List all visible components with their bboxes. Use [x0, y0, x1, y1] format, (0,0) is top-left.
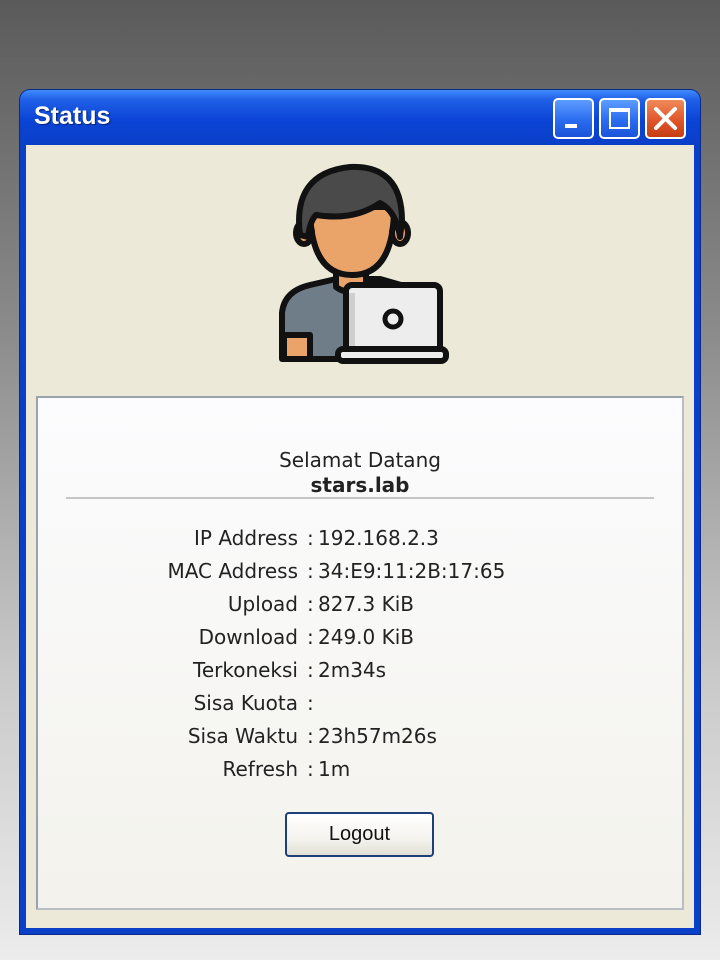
username: stars.lab — [310, 473, 410, 497]
row-label: Refresh — [222, 757, 298, 781]
row-remaining-time: Sisa Waktu : 23h57m26s — [38, 724, 682, 757]
row-label: Upload — [227, 592, 298, 616]
row-download: Download : 249.0 KiB — [38, 625, 682, 658]
row-separator: : — [307, 691, 314, 715]
title-bar[interactable]: Status — [20, 90, 700, 145]
row-label: MAC Address — [167, 559, 298, 583]
status-table: IP Address : 192.168.2.3 MAC Address : 3… — [38, 526, 682, 790]
row-value: 2m34s — [318, 658, 387, 682]
row-label: Sisa Kuota — [193, 691, 298, 715]
row-separator: : — [307, 592, 314, 616]
row-label: Sisa Waktu — [187, 724, 298, 748]
row-value: 827.3 KiB — [318, 592, 415, 616]
row-ip-address: IP Address : 192.168.2.3 — [38, 526, 682, 559]
row-separator: : — [307, 658, 314, 682]
row-label: Terkoneksi — [193, 658, 298, 682]
row-separator: : — [307, 625, 314, 649]
maximize-button[interactable] — [599, 98, 640, 139]
minimize-button[interactable] — [553, 98, 594, 139]
row-value: 249.0 KiB — [318, 625, 415, 649]
row-separator: : — [307, 559, 314, 583]
row-separator: : — [307, 757, 314, 781]
row-remaining-quota: Sisa Kuota : — [38, 691, 682, 724]
row-value: 192.168.2.3 — [318, 526, 439, 550]
logout-button[interactable]: Logout — [285, 812, 434, 857]
status-window: Status Selamat Datang stars.lab IP Addre… — [20, 90, 700, 934]
window-client-area: Selamat Datang stars.lab IP Address : 19… — [26, 145, 694, 928]
welcome-text: Selamat Datang — [279, 448, 441, 472]
user-laptop-icon — [279, 163, 449, 364]
window-title: Status — [34, 102, 111, 130]
row-label: IP Address — [194, 526, 298, 550]
status-panel: Selamat Datang stars.lab IP Address : 19… — [36, 396, 684, 910]
row-separator: : — [307, 724, 314, 748]
row-mac-address: MAC Address : 34:E9:11:2B:17:65 — [38, 559, 682, 592]
row-value: 34:E9:11:2B:17:65 — [318, 559, 506, 583]
close-button[interactable] — [645, 98, 686, 139]
row-value: 1m — [318, 757, 351, 781]
row-label: Download — [198, 625, 298, 649]
divider — [66, 497, 654, 499]
minimize-icon — [565, 124, 577, 128]
close-icon — [654, 107, 677, 130]
row-value: 23h57m26s — [318, 724, 437, 748]
row-upload: Upload : 827.3 KiB — [38, 592, 682, 625]
row-refresh: Refresh : 1m — [38, 757, 682, 790]
row-separator: : — [307, 526, 314, 550]
row-connected-time: Terkoneksi : 2m34s — [38, 658, 682, 691]
maximize-icon — [609, 108, 630, 129]
